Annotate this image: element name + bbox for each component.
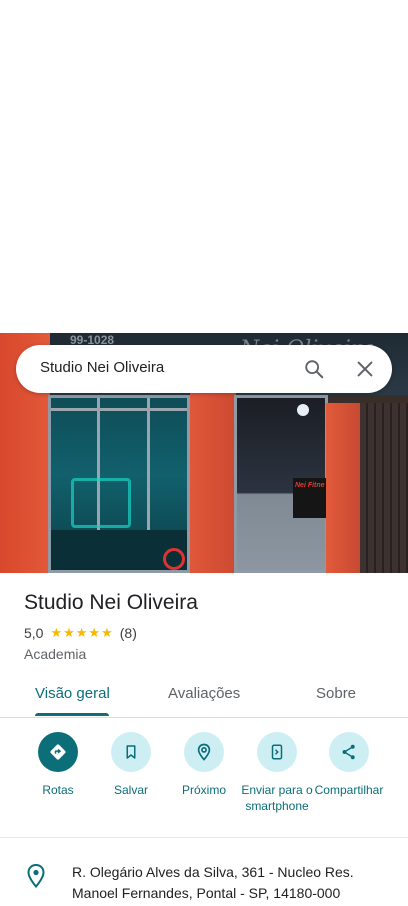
map-area <box>0 0 408 333</box>
share-button[interactable]: Compartilhar <box>311 732 387 798</box>
directions-label: Rotas <box>42 783 74 797</box>
active-tab-indicator <box>35 713 109 716</box>
close-icon[interactable] <box>354 358 376 380</box>
save-label: Salvar <box>113 783 148 797</box>
wall <box>190 393 236 573</box>
place-title: Studio Nei Oliveira <box>24 591 198 614</box>
nearby-label: Próximo <box>181 783 226 797</box>
window-right: Nei Fitne <box>234 395 328 573</box>
directions-button[interactable]: Rotas <box>20 732 96 798</box>
search-icon[interactable] <box>303 358 325 380</box>
search-input[interactable]: Studio Nei Oliveira <box>40 359 164 376</box>
send-to-phone-label: Enviar para o smartphone <box>241 783 313 813</box>
rating-row[interactable]: 5,0 ★★★★★ (8) <box>24 625 137 641</box>
tab-reviews[interactable]: Avaliações <box>168 685 240 702</box>
nearby-icon <box>184 732 224 772</box>
address-text: R. Olegário Alves da Silva, 361 - Nucleo… <box>72 864 354 901</box>
tab-overview[interactable]: Visão geral <box>35 685 110 702</box>
review-count: (8) <box>119 625 137 641</box>
send-to-phone-icon <box>257 732 297 772</box>
window-left <box>48 395 190 573</box>
directions-icon <box>38 732 78 772</box>
wall <box>326 403 360 573</box>
search-bar[interactable]: Studio Nei Oliveira <box>16 345 392 393</box>
nearby-button[interactable]: Próximo <box>166 732 242 798</box>
action-bar: Rotas Salvar Próximo Enviar para o smart… <box>0 718 408 838</box>
tab-about[interactable]: Sobre <box>316 685 356 702</box>
save-button[interactable]: Salvar <box>93 732 169 798</box>
tab-bar: Visão geral Avaliações Sobre <box>0 676 408 718</box>
address-row[interactable]: R. Olegário Alves da Silva, 361 - Nucleo… <box>0 838 408 906</box>
share-icon <box>329 732 369 772</box>
place-category[interactable]: Academia <box>24 646 86 662</box>
gym-banner: Nei Fitne <box>293 478 327 518</box>
send-to-phone-button[interactable]: Enviar para o smartphone <box>239 732 315 814</box>
bookmark-icon <box>111 732 151 772</box>
rating-value: 5,0 <box>24 625 44 641</box>
location-pin-icon <box>26 863 46 889</box>
share-label: Compartilhar <box>314 783 384 797</box>
star-rating-icon: ★★★★★ <box>50 625 114 640</box>
gate <box>360 403 408 573</box>
